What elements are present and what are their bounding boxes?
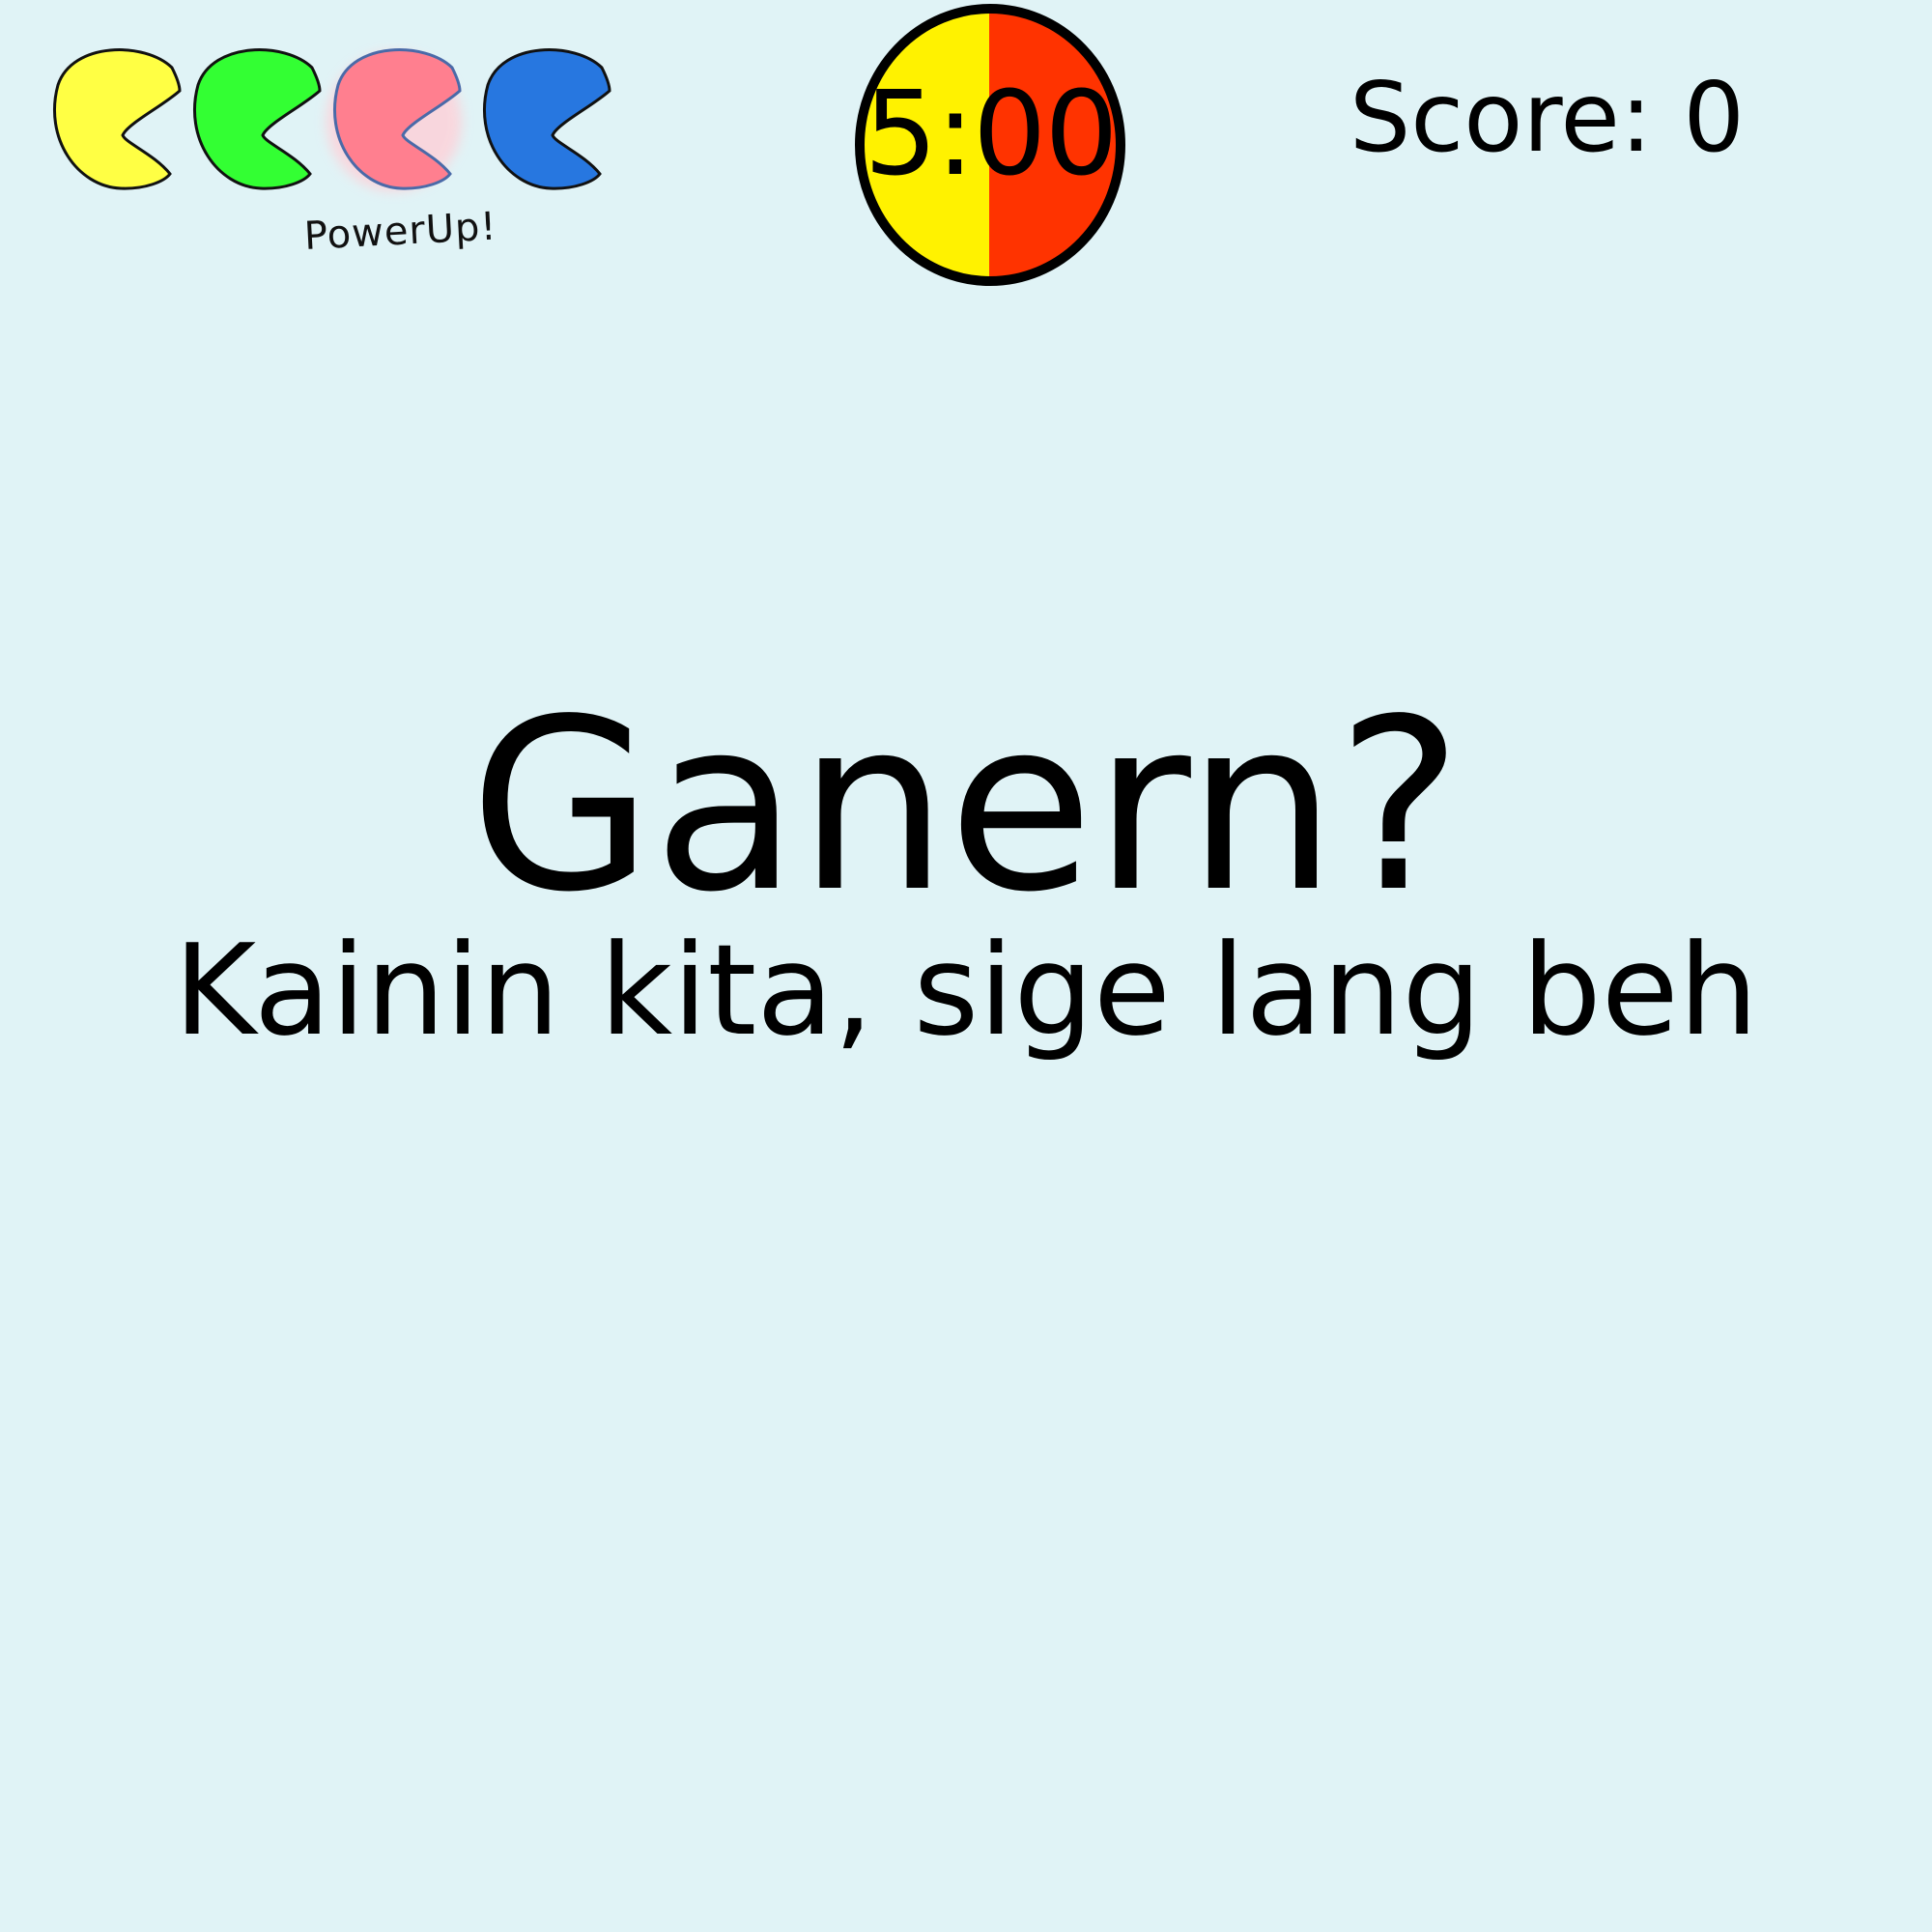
pacman-blue-icon — [482, 48, 611, 190]
powerup-label: PowerUp! — [302, 204, 498, 259]
subtitle-text: Kainin kita, sige lang beh — [173, 917, 1759, 1064]
lives-indicator: PowerUp! — [39, 39, 618, 259]
pacman-pink-powerup-icon — [327, 48, 462, 191]
timer-value: 5:00 — [864, 68, 1118, 202]
score-display: Score: 0 — [1349, 61, 1745, 174]
question-text: Ganern? — [469, 668, 1463, 944]
countdown-timer: 5:00 — [850, 0, 1130, 290]
pacman-yellow-icon — [52, 48, 182, 190]
pacman-green-icon — [192, 48, 322, 190]
